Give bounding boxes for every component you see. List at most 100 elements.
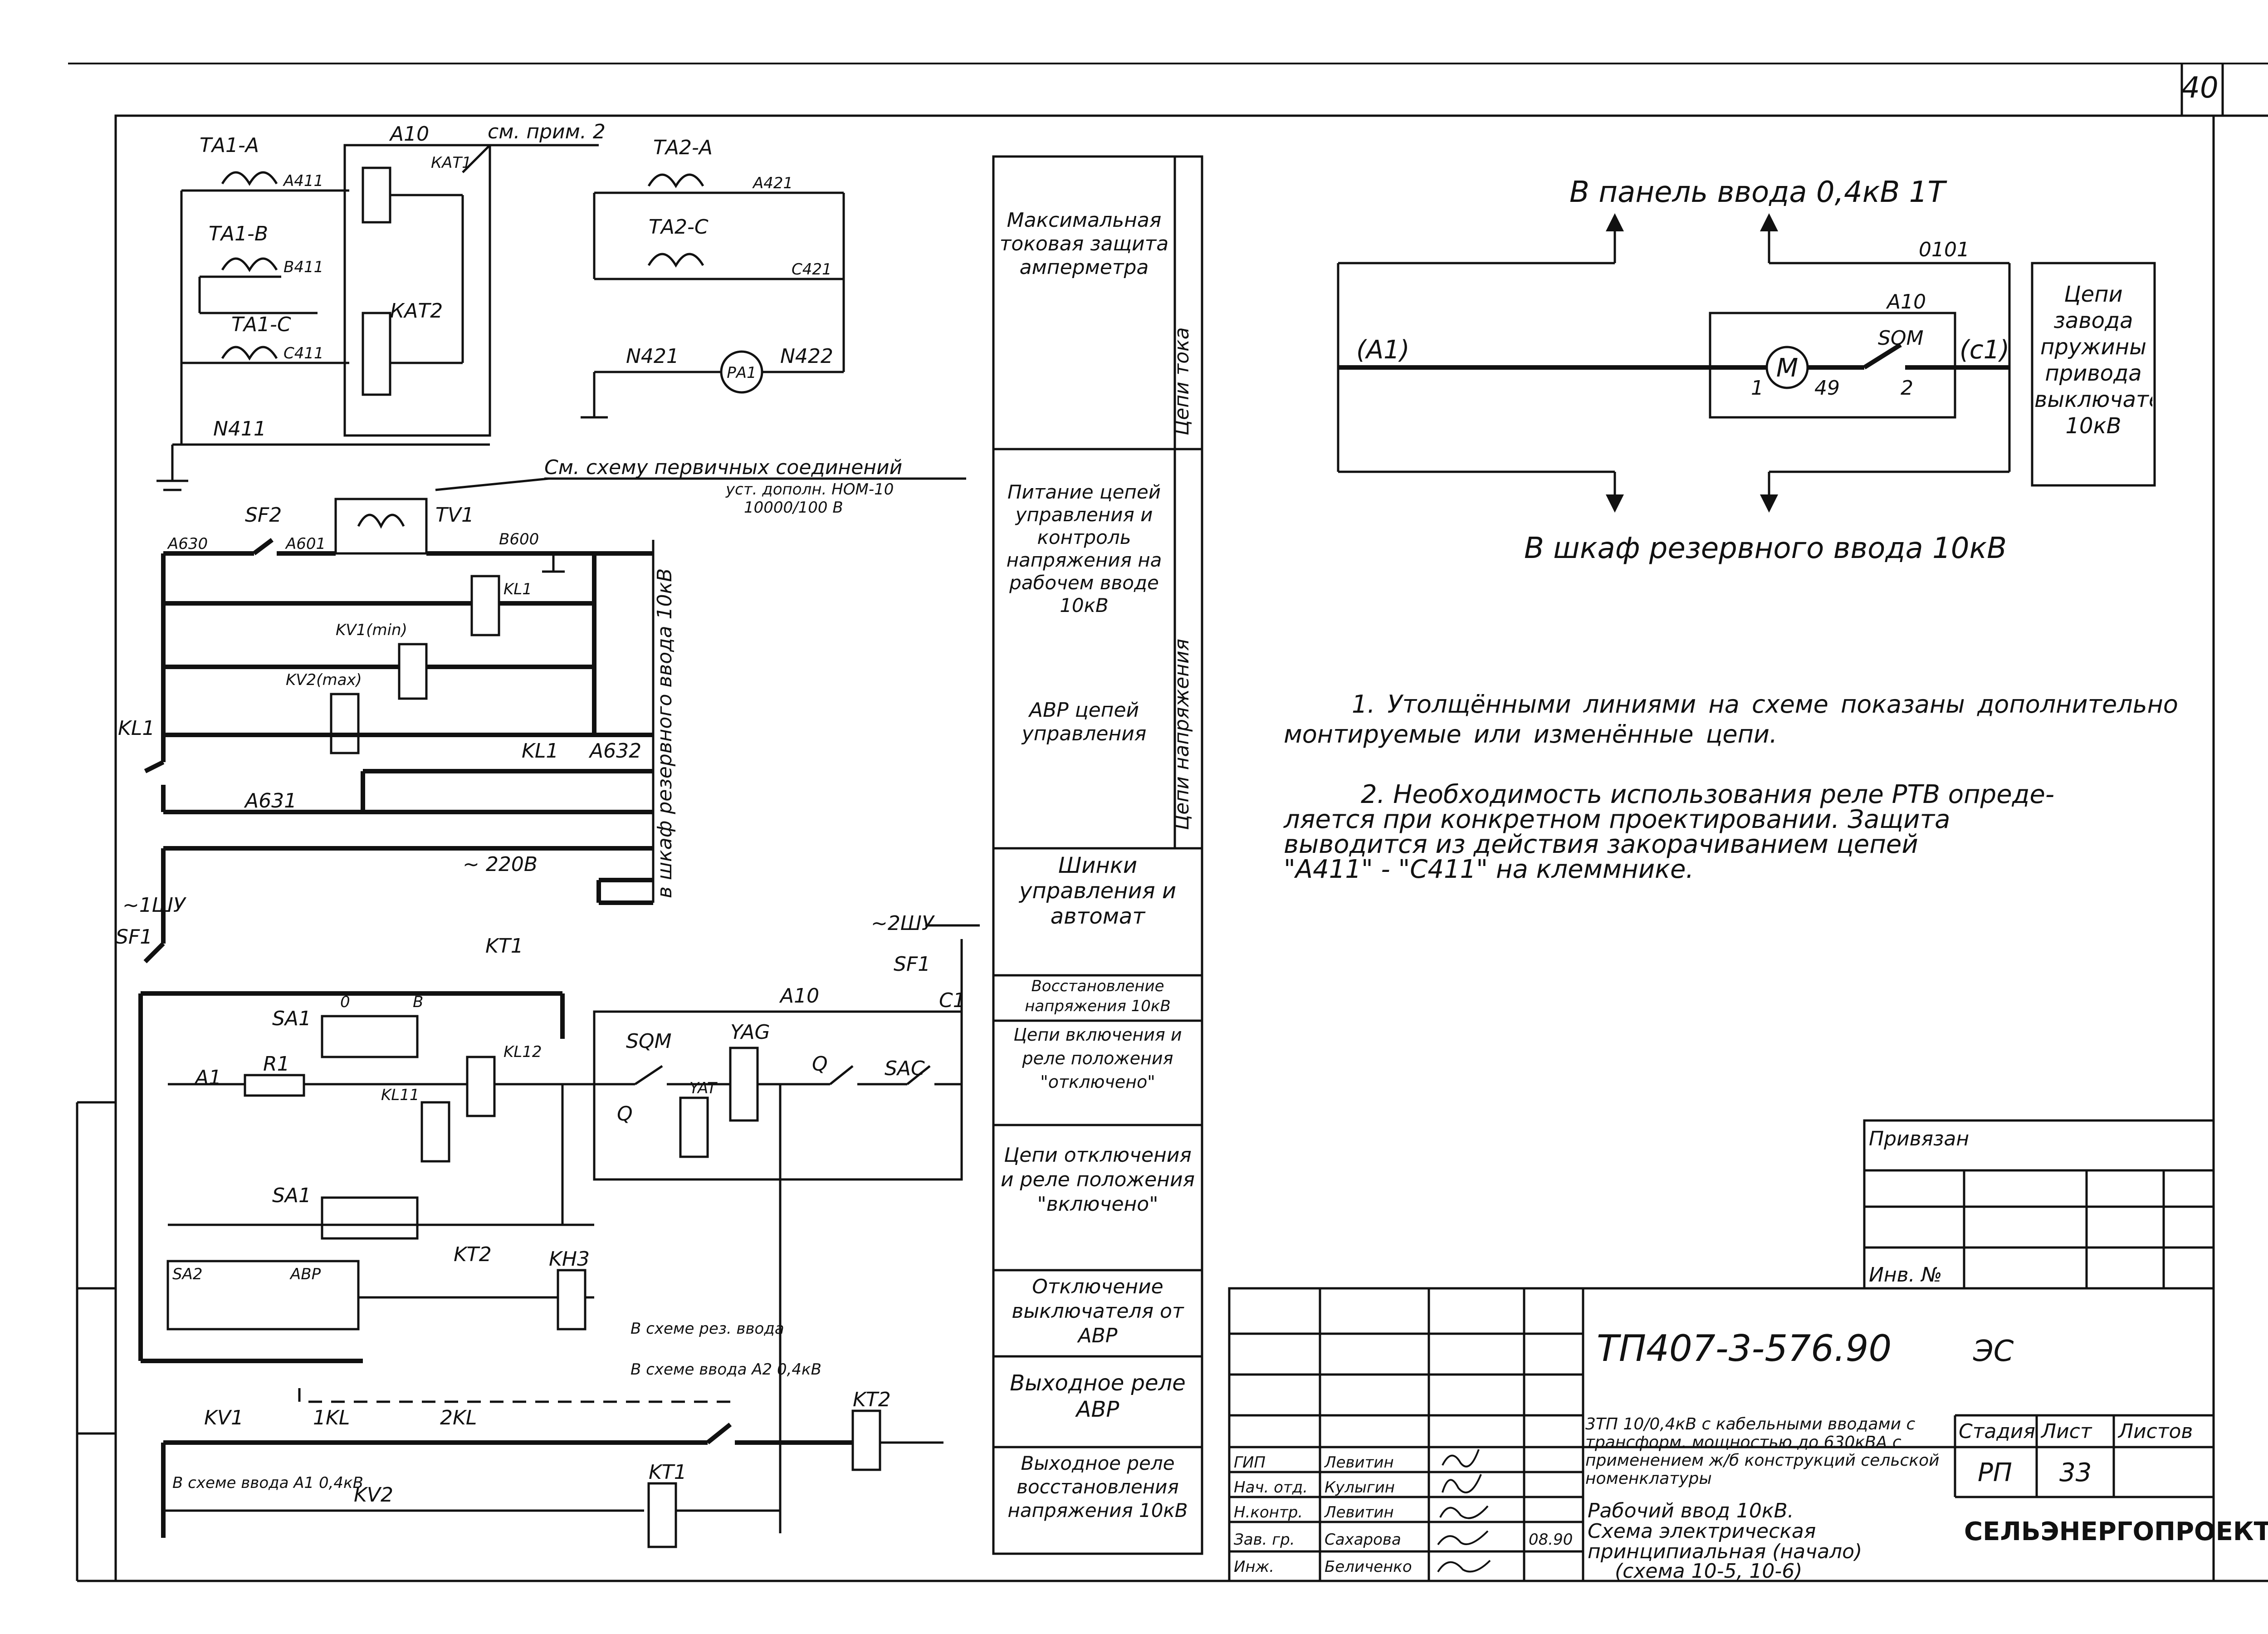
sa1-0: 0 xyxy=(340,993,350,1011)
ta2c-label: ТА2-С xyxy=(649,215,709,239)
sheet-number: 40 xyxy=(2181,71,2218,105)
kl1-contact-label: KL1 xyxy=(118,717,155,740)
v220-label: ~ 220В xyxy=(463,853,538,876)
spring-right-terminal: (с1) xyxy=(1960,335,2009,365)
signature-mark-3 xyxy=(1437,1530,1489,1546)
kt2-label: KT2 xyxy=(454,1243,492,1266)
see-note-label: см. прим. 2 xyxy=(488,120,606,143)
note-1: 1. Утолщёнными линиями на схеме показаны… xyxy=(1284,690,2178,749)
n411-label: N411 xyxy=(213,417,266,440)
section-close: Цепи включения и реле положения "отключе… xyxy=(1013,1025,1182,1092)
a421-label: А421 xyxy=(752,174,793,192)
sheet-no-value: 33 xyxy=(2059,1458,2092,1487)
sa1-switch-2 xyxy=(321,1196,419,1240)
primary-ref-label: См. схему первичных соединений xyxy=(544,456,902,479)
sig-name-4: Беличенко xyxy=(1325,1558,1412,1576)
a601-label: А601 xyxy=(285,535,326,553)
spring-switch-label: SQM xyxy=(1878,327,1924,350)
kv1-label: KV1(min) xyxy=(336,621,407,639)
primary-ref3-label: 10000/100 В xyxy=(744,499,843,517)
kl11-label: KL11 xyxy=(381,1086,420,1104)
sig-name-0: Левитин xyxy=(1324,1453,1394,1472)
b600-label: В600 xyxy=(499,530,539,548)
sig-role-3: Зав. гр. xyxy=(1234,1531,1295,1549)
kl12-coil xyxy=(466,1056,496,1117)
kv2-label: KV2(max) xyxy=(286,671,362,689)
spring-pin2: 2 xyxy=(1901,377,1913,400)
kt1-label: KT1 xyxy=(485,934,523,958)
to-reserve-label: В схеме рез. ввода xyxy=(631,1320,784,1338)
spring-left-terminal: (А1) xyxy=(1356,335,1410,365)
sig-name-2: Левитин xyxy=(1324,1503,1394,1521)
document-mark: ЭС xyxy=(1973,1335,2014,1368)
sa1-b: В xyxy=(413,993,423,1011)
sheets-header: Листов xyxy=(2117,1420,2193,1443)
spring-wire-label: 0101 xyxy=(1919,238,1970,261)
spring-side-label: Цепи завода пружины привода выключателя … xyxy=(2034,282,2152,439)
section-max-current: Максимальная токовая защита амперметра xyxy=(999,209,1169,279)
to-input2-label: В схеме ввода А2 0,4кВ xyxy=(631,1360,821,1379)
r1-resistor xyxy=(244,1074,305,1097)
voltage-circuits: См. схему первичных соединений уст. допо… xyxy=(118,456,966,917)
note-2-line4: "А411" - "С411" на клеммнике. xyxy=(1284,855,1694,884)
kl12-label: KL12 xyxy=(503,1043,542,1061)
kh3-label: KH3 xyxy=(549,1248,590,1271)
tv1-label: TV1 xyxy=(435,504,474,527)
kt1b-label: KT1 xyxy=(649,1461,687,1484)
kl1-coil xyxy=(470,575,500,636)
yat-coil xyxy=(679,1096,709,1158)
kl1b-label: KL1 xyxy=(522,739,558,763)
to-input1-label: В схеме ввода А1 0,4кВ xyxy=(172,1474,363,1492)
kh3-coil xyxy=(557,1269,587,1331)
a10-label-top: А10 xyxy=(389,122,429,146)
notes: 1. Утолщёнными линиями на схеме показаны… xyxy=(1283,690,2178,884)
ta1b-label: ТА1-В xyxy=(209,222,268,245)
document-code: ТП407-3-576.90 xyxy=(1597,1327,1892,1370)
title-line4: (схема 10-5, 10-6) xyxy=(1615,1560,1802,1583)
kat2-label: КАТ2 xyxy=(390,299,443,323)
title-block: Привязан Инв. № ТП407-3-576.90 ЭС 3ТП 10… xyxy=(1228,1119,2268,1583)
kat1-relay xyxy=(362,166,391,224)
c1-label: C1 xyxy=(939,989,966,1012)
sf2-label: SF2 xyxy=(245,504,282,527)
section-avr: АВР цепей управления xyxy=(1022,699,1147,745)
a630-label: А630 xyxy=(167,535,208,553)
ushu1-label: ~1ШУ xyxy=(122,894,187,917)
a1-label: А1 xyxy=(194,1066,221,1089)
ta1c-label: ТА1-С xyxy=(231,313,291,336)
title-line2: Схема электрическая xyxy=(1588,1520,1816,1543)
kv2-coil xyxy=(330,693,360,754)
section-column: Цепи тока Цепи напряжения Максимальная т… xyxy=(992,155,1203,1555)
sa1-label: SA1 xyxy=(272,1007,311,1030)
r1-label: R1 xyxy=(263,1052,290,1076)
a10-label-ctrl: А10 xyxy=(779,984,819,1008)
pa1-label: РА1 xyxy=(727,364,756,382)
sig-role-0: ГИП xyxy=(1234,1453,1266,1472)
a411-label: А411 xyxy=(283,172,323,190)
section-trip-avr: Отключение выключателя от АВР xyxy=(1012,1275,1184,1347)
kl1b-label: 1KL xyxy=(313,1406,350,1429)
stage-value: РП xyxy=(1978,1458,2012,1487)
sheet-header: Лист xyxy=(2040,1420,2092,1443)
section-buses: Шинки управления и автомат xyxy=(1019,853,1177,929)
signature-mark-4 xyxy=(1437,1560,1491,1573)
inv-no: Инв. № xyxy=(1869,1263,1942,1287)
cabinet-label: в шкаф резервного ввода 10кВ xyxy=(653,568,676,898)
kat2-relay xyxy=(362,312,391,396)
a632-label: А632 xyxy=(588,739,641,763)
sig-date: 08.90 xyxy=(1529,1531,1573,1549)
current-circuits: ТА1-А А411 ТА1-В В411 ТА1-С С411 N411 А1… xyxy=(156,120,845,491)
spring-circuit: В панель ввода 0,4кВ 1Т 0101 В шкаф резе… xyxy=(1337,176,2156,565)
sig-name-1: Кулыгин xyxy=(1325,1478,1395,1497)
q2-label: Q xyxy=(617,1102,633,1125)
sa2-label: SA2 xyxy=(172,1265,202,1283)
section-output-restore: Выходное реле восстановления напряжения … xyxy=(1007,1452,1188,1521)
sig-role-4: Инж. xyxy=(1234,1558,1274,1576)
spring-pin1: 1 xyxy=(1751,377,1764,400)
motor-label: М xyxy=(1776,353,1798,383)
sa1-switch xyxy=(321,1015,419,1058)
signature-mark-0 xyxy=(1442,1449,1480,1468)
spring-top-label: В панель ввода 0,4кВ 1Т xyxy=(1569,176,1947,209)
b411-label: В411 xyxy=(284,258,323,276)
section-output-avr: Выходное реле АВР xyxy=(1010,1370,1186,1422)
